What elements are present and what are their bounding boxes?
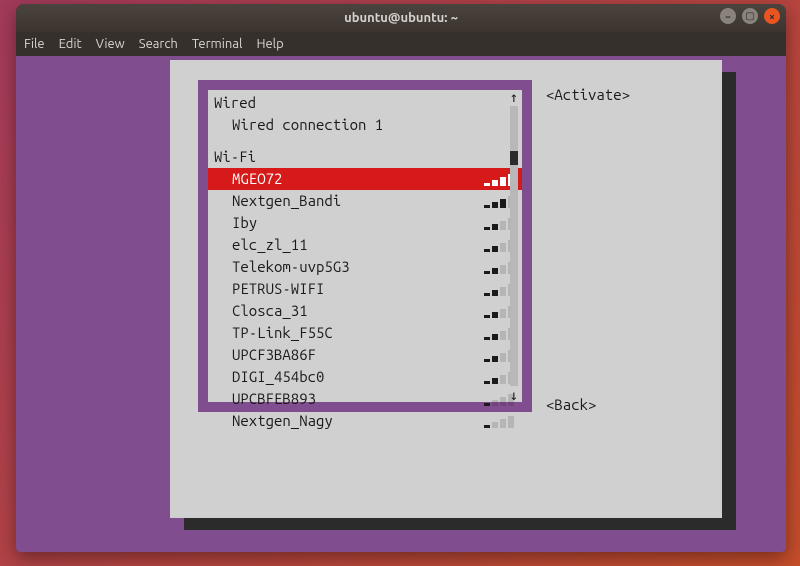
close-button[interactable]: ×	[764, 8, 780, 24]
nmtui-dialog: WiredWired connection 1Wi-FiMGEO72Nextge…	[170, 60, 722, 518]
menu-bar: File Edit View Search Terminal Help	[16, 32, 786, 56]
network-item[interactable]: MGEO72	[208, 168, 522, 190]
titlebar: ubuntu@ubuntu: ~ − ▢ ×	[16, 4, 786, 32]
network-name: MGEO72	[232, 168, 484, 190]
minimize-button[interactable]: −	[720, 8, 736, 24]
window-controls: − ▢ ×	[720, 8, 780, 24]
network-name: elc_zl_11	[232, 234, 484, 256]
terminal-window: ubuntu@ubuntu: ~ − ▢ × File Edit View Se…	[16, 4, 786, 552]
network-list-box: WiredWired connection 1 Wi-FiMGEO72Nextge…	[198, 80, 532, 412]
network-item[interactable]: elc_zl_11	[208, 234, 522, 256]
section-header: Wi-Fi	[208, 146, 522, 168]
back-button[interactable]: <Back>	[546, 394, 596, 416]
window-title: ubuntu@ubuntu: ~	[344, 11, 458, 25]
network-item[interactable]: Wired connection 1	[208, 114, 522, 136]
network-name: PETRUS-WIFI	[232, 278, 484, 300]
menu-file[interactable]: File	[24, 37, 45, 51]
terminal-viewport: WiredWired connection 1Wi-FiMGEO72Nextge…	[16, 56, 786, 552]
section-header: Wired	[208, 92, 522, 114]
scroll-track[interactable]	[510, 106, 518, 386]
network-name: Closca_31	[232, 300, 484, 322]
network-name: Iby	[232, 212, 484, 234]
network-name: UPCBFEB893	[232, 388, 484, 410]
network-item[interactable]: Closca_31	[208, 300, 522, 322]
section-title: Wi-Fi	[214, 146, 522, 168]
signal-icon	[484, 414, 514, 428]
menu-search[interactable]: Search	[139, 37, 178, 51]
network-name: Nextgen_Bandi	[232, 190, 484, 212]
network-name: TP-Link_F55C	[232, 322, 484, 344]
network-item[interactable]: DIGI_454bc0	[208, 366, 522, 388]
scroll-down-icon[interactable]: ↓	[510, 388, 518, 402]
menu-edit[interactable]: Edit	[59, 37, 82, 51]
menu-view[interactable]: View	[96, 37, 125, 51]
menu-help[interactable]: Help	[256, 37, 283, 51]
network-item[interactable]: UPCF3BA86F	[208, 344, 522, 366]
network-item[interactable]: TP-Link_F55C	[208, 322, 522, 344]
network-name: Nextgen_Nagy	[232, 410, 484, 432]
network-item[interactable]: Nextgen_Nagy	[208, 410, 522, 432]
network-item[interactable]: UPCBFEB893	[208, 388, 522, 410]
network-list[interactable]: WiredWired connection 1 Wi-FiMGEO72Nextge…	[208, 92, 522, 400]
activate-button[interactable]: <Activate>	[546, 84, 630, 106]
network-name: Wired connection 1	[232, 114, 522, 136]
scroll-up-icon[interactable]: ↑	[510, 90, 518, 104]
network-name: Telekom-uvp5G3	[232, 256, 484, 278]
maximize-button[interactable]: ▢	[742, 8, 758, 24]
menu-terminal[interactable]: Terminal	[192, 37, 243, 51]
network-item[interactable]: Iby	[208, 212, 522, 234]
network-name: UPCF3BA86F	[232, 344, 484, 366]
dialog-actions: <Activate> <Back>	[546, 84, 630, 106]
network-item[interactable]: Nextgen_Bandi	[208, 190, 522, 212]
network-item[interactable]: PETRUS-WIFI	[208, 278, 522, 300]
network-item[interactable]: Telekom-uvp5G3	[208, 256, 522, 278]
section-title: Wired	[214, 92, 522, 114]
scroll-thumb[interactable]	[510, 151, 518, 165]
scrollbar[interactable]: ↑ ↓	[506, 90, 522, 402]
network-name: DIGI_454bc0	[232, 366, 484, 388]
